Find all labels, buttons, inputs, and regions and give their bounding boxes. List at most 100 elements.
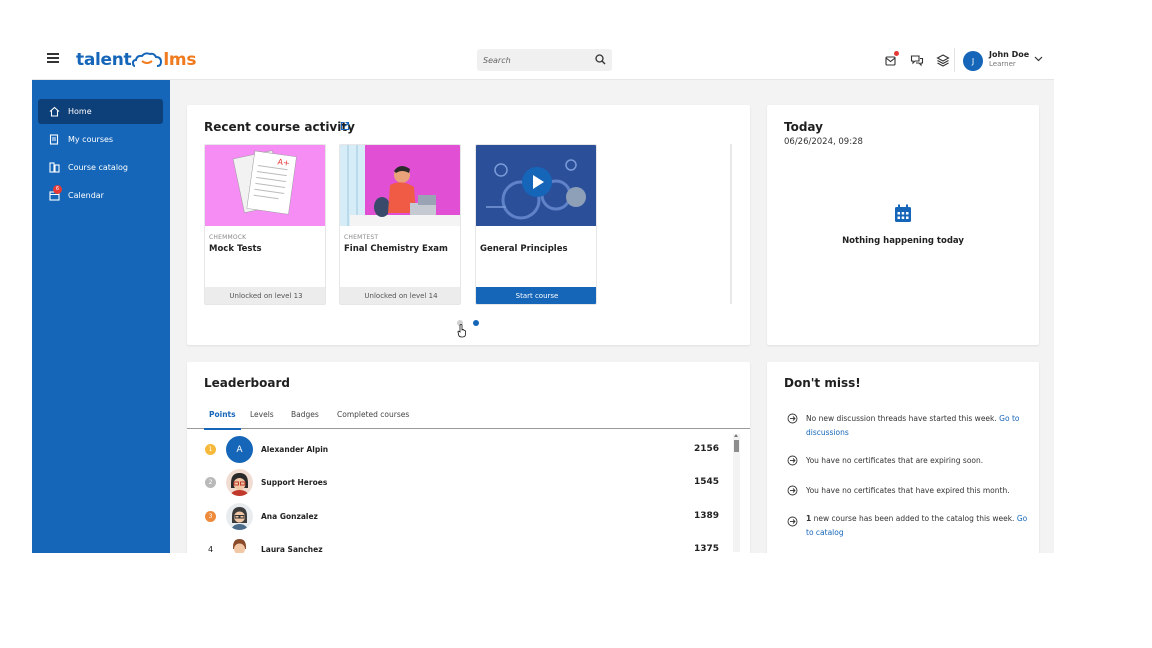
leaderboard-row[interactable]: 3 Ana Gonzalez 1389 xyxy=(187,501,727,533)
sidebar-item-calendar[interactable]: 6 Calendar xyxy=(38,183,163,208)
tab-levels[interactable]: Levels xyxy=(250,410,274,429)
leaderboard-row[interactable]: 2 Support Heroes 1545 xyxy=(187,467,727,499)
catalog-icon xyxy=(48,162,60,174)
course-name: General Principles xyxy=(480,244,568,254)
app-window: talent lms J John Doe xyxy=(32,40,1054,553)
leaderboard-user-name: Laura Sanchez xyxy=(261,545,323,553)
calendar-icon xyxy=(895,204,911,222)
course-card-general-principles[interactable]: General Principles Start course xyxy=(475,144,597,305)
leaderboard-points: 1389 xyxy=(693,511,719,521)
chevron-down-icon xyxy=(1034,56,1043,62)
course-card-mock-tests[interactable]: A+ CHEMMOCK Mock Tests Unlocked on level… xyxy=(204,144,326,305)
leaderboard-row[interactable]: 1 A Alexander Alpin 2156 xyxy=(187,434,727,466)
recent-activity-title: Recent course activity xyxy=(204,120,355,134)
today-datetime: 06/26/2024, 09:28 xyxy=(784,137,863,147)
search-input[interactable] xyxy=(477,49,587,71)
arrow-circle-icon xyxy=(787,455,798,466)
start-course-button[interactable]: Start course xyxy=(476,287,596,304)
logo-text-lms: lms xyxy=(163,50,197,70)
header-divider xyxy=(954,48,955,72)
sidebar-item-home[interactable]: Home xyxy=(38,99,163,124)
course-name: Mock Tests xyxy=(209,244,262,254)
leaderboard-card: Leaderboard Points Levels Badges Complet… xyxy=(187,362,750,553)
leaderboard-row[interactable]: 4 Laura Sanchez 1375 xyxy=(187,534,727,553)
recent-activity-card: Recent course activity A+ CHEMMOCK Mock … xyxy=(187,105,750,345)
rank-badge-bronze: 3 xyxy=(205,511,216,522)
rank-badge-silver: 2 xyxy=(205,477,216,488)
course-thumbnail-student xyxy=(340,145,460,226)
arrow-circle-icon xyxy=(787,516,798,527)
user-menu[interactable]: J John Doe Learner xyxy=(962,49,1047,73)
notification-dot xyxy=(894,51,899,56)
tab-completed-courses[interactable]: Completed courses xyxy=(337,410,409,429)
user-role: Learner xyxy=(989,60,1016,68)
sidebar-item-label: My courses xyxy=(68,135,114,144)
leaderboard-points: 1375 xyxy=(693,544,719,553)
leaderboard-points: 2156 xyxy=(693,444,719,454)
dont-miss-title: Don't miss! xyxy=(784,376,861,390)
header-icons xyxy=(884,51,950,67)
dont-miss-text: new course has been added to the catalog… xyxy=(813,514,1015,523)
rank-number: 4 xyxy=(207,545,214,553)
external-link-icon[interactable] xyxy=(340,121,350,131)
avatar: A xyxy=(226,436,253,463)
dont-miss-text: You have no certificates that are expiri… xyxy=(806,456,984,465)
leaderboard-tabs: Points Levels Badges Completed courses xyxy=(187,410,750,430)
dont-miss-text: No new discussion threads have started t… xyxy=(806,414,997,423)
calendar-badge: 6 xyxy=(53,184,62,194)
leaderboard-scrollbar[interactable] xyxy=(733,434,740,552)
rank-badge-gold: 1 xyxy=(205,444,216,455)
dont-miss-card: Don't miss! No new discussion threads ha… xyxy=(767,362,1039,553)
carousel-edge xyxy=(730,144,732,304)
menu-icon[interactable] xyxy=(47,53,59,65)
course-name: Final Chemistry Exam xyxy=(344,244,448,254)
svg-text:A+: A+ xyxy=(277,157,290,168)
course-code: CHEMTEST xyxy=(344,234,379,241)
messages-icon[interactable] xyxy=(910,52,924,67)
course-code: CHEMMOCK xyxy=(209,234,247,241)
course-thumbnail-gears xyxy=(476,145,596,226)
cloud-icon xyxy=(132,52,163,67)
logo-text-talent: talent xyxy=(76,50,132,70)
scroll-up-arrow[interactable] xyxy=(734,434,738,437)
leaderboard-title: Leaderboard xyxy=(204,376,290,390)
today-empty-text: Nothing happening today xyxy=(842,236,964,246)
leaderboard-user-name: Support Heroes xyxy=(261,478,328,487)
hand-cursor-icon xyxy=(457,324,466,338)
search-box xyxy=(477,49,612,71)
user-name: John Doe xyxy=(989,50,1030,59)
leaderboard-user-name: Alexander Alpin xyxy=(261,445,329,454)
carousel-dot-2[interactable] xyxy=(473,320,479,326)
tab-badges[interactable]: Badges xyxy=(291,410,319,429)
book-icon xyxy=(48,134,60,146)
scrollbar-thumb[interactable] xyxy=(734,440,739,452)
avatar xyxy=(226,469,253,496)
arrow-circle-icon xyxy=(787,485,798,496)
top-header: talent lms J John Doe xyxy=(32,40,1054,80)
course-thumbnail-exam: A+ xyxy=(205,145,325,226)
sidebar-item-label: Calendar xyxy=(68,191,104,200)
sidebar-item-my-courses[interactable]: My courses xyxy=(38,127,163,152)
new-course-count: 1 xyxy=(806,514,812,523)
sidebar-item-course-catalog[interactable]: Course catalog xyxy=(38,155,163,180)
course-lock-status: Unlocked on level 13 xyxy=(205,287,325,304)
sidebar-item-label: Course catalog xyxy=(68,163,129,172)
arrow-circle-icon xyxy=(787,413,798,424)
home-icon xyxy=(48,106,60,118)
leaderboard-points: 1545 xyxy=(693,477,719,487)
course-card-final-chemistry-exam[interactable]: CHEMTEST Final Chemistry Exam Unlocked o… xyxy=(339,144,461,305)
notifications-icon[interactable] xyxy=(884,51,899,66)
calendar-icon: 6 xyxy=(48,184,62,202)
tab-points[interactable]: Points xyxy=(204,410,241,430)
today-title: Today xyxy=(784,120,823,134)
layers-icon[interactable] xyxy=(936,52,950,67)
user-avatar: J xyxy=(963,51,983,71)
course-lock-status: Unlocked on level 14 xyxy=(340,287,460,304)
today-card: Today 06/26/2024, 09:28 Nothing happenin… xyxy=(767,105,1039,345)
sidebar-item-label: Home xyxy=(68,107,92,116)
sidebar: Home My courses Course catalog 6 Calenda… xyxy=(32,80,170,553)
avatar xyxy=(226,536,253,553)
dont-miss-text: You have no certificates that have expir… xyxy=(806,486,1010,495)
talentlms-logo[interactable]: talent lms xyxy=(76,50,196,70)
search-icon[interactable] xyxy=(595,54,606,65)
